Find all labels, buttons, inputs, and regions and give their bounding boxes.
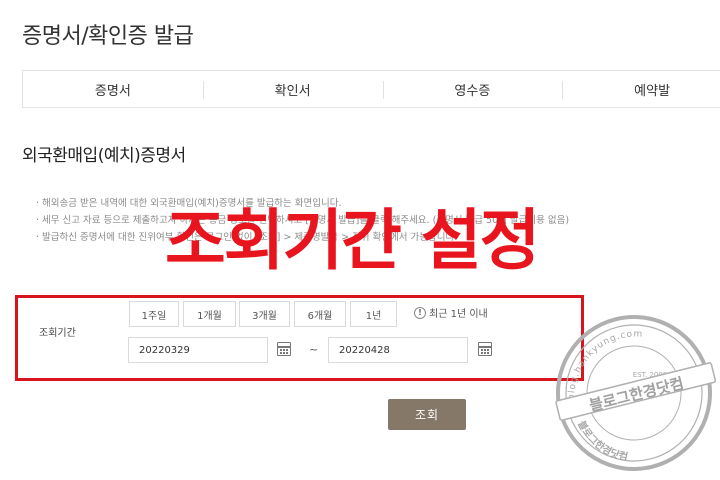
period-1month-button[interactable]: 1개월: [183, 301, 236, 327]
period-6month-button[interactable]: 6개월: [294, 301, 346, 327]
tab-receipt[interactable]: 영수증: [382, 71, 563, 107]
page-title: 증명서/확인증 발급: [22, 24, 194, 49]
tab-certificate[interactable]: 증명서: [23, 71, 203, 107]
period-1year-button[interactable]: 1년: [350, 301, 397, 327]
period-note: ! 최근 1년 이내: [414, 305, 488, 320]
period-1week-button[interactable]: 1주일: [129, 301, 179, 327]
watermark-stamp: blog.hankyung.com EST. 2009 블로그한경닷컴 블로그한…: [555, 315, 717, 471]
period-3month-button[interactable]: 3개월: [239, 301, 290, 327]
end-date-input[interactable]: 20220428: [328, 337, 468, 363]
search-button[interactable]: 조회: [388, 399, 466, 430]
start-date-input[interactable]: 20220329: [128, 337, 268, 363]
svg-text:블로그한경닷컴: 블로그한경닷컴: [575, 419, 629, 463]
info-icon: !: [414, 306, 426, 319]
watermark-bottom-text: 블로그한경닷컴: [575, 419, 629, 463]
period-note-text: 최근 1년 이내: [429, 309, 488, 320]
calendar-icon[interactable]: [478, 342, 492, 356]
calendar-icon[interactable]: [277, 342, 291, 356]
tab-confirmation[interactable]: 확인서: [202, 71, 383, 107]
period-label: 조회기간: [39, 328, 76, 339]
overlay-caption: 조회기간 설정: [165, 202, 540, 279]
date-separator: ~: [309, 343, 319, 356]
section-title: 외국환매입(예치)증명서: [22, 146, 186, 166]
watermark-main-text: 블로그한경닷컴: [587, 374, 685, 415]
tab-reservation[interactable]: 예약발: [562, 71, 720, 107]
tab-bar: 증명서 확인서 영수증 예약발: [22, 70, 720, 108]
